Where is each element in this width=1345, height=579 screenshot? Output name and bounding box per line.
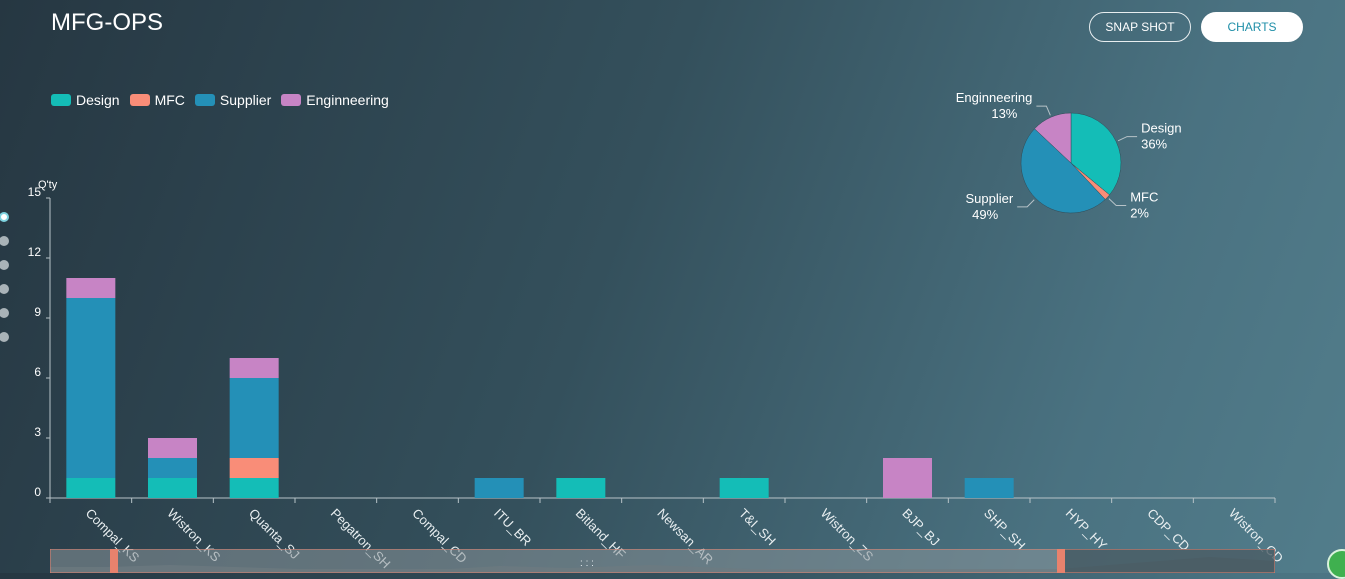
pie-label-line xyxy=(1017,199,1035,208)
pie-label-line xyxy=(1108,198,1127,206)
pie-label-line xyxy=(1117,136,1138,142)
pie-label-name: Supplier xyxy=(965,191,1013,206)
pie-label-name: Design xyxy=(1141,121,1181,136)
pie-label-percent: 13% xyxy=(991,106,1017,121)
floating-badge-icon[interactable] xyxy=(1327,549,1345,579)
pie-label-line xyxy=(1036,105,1051,116)
pie-label-name: MFC xyxy=(1130,189,1158,204)
pie-label-name: Enginneering xyxy=(956,90,1033,105)
pie-label-percent: 49% xyxy=(972,207,998,222)
pie-label-percent: 2% xyxy=(1130,205,1149,220)
pie-chart: Design36% MFC2% Supplier49% Enginneering13% xyxy=(956,90,1182,222)
zoom-handle-right[interactable] xyxy=(1057,549,1065,573)
zoom-handle-left[interactable] xyxy=(110,549,118,573)
data-zoom-track: : : : xyxy=(50,549,1275,573)
pie-label-percent: 36% xyxy=(1141,137,1167,152)
svg-text:: : :: : : : xyxy=(580,558,594,569)
data-zoom-slider[interactable]: : : : xyxy=(50,549,1275,573)
